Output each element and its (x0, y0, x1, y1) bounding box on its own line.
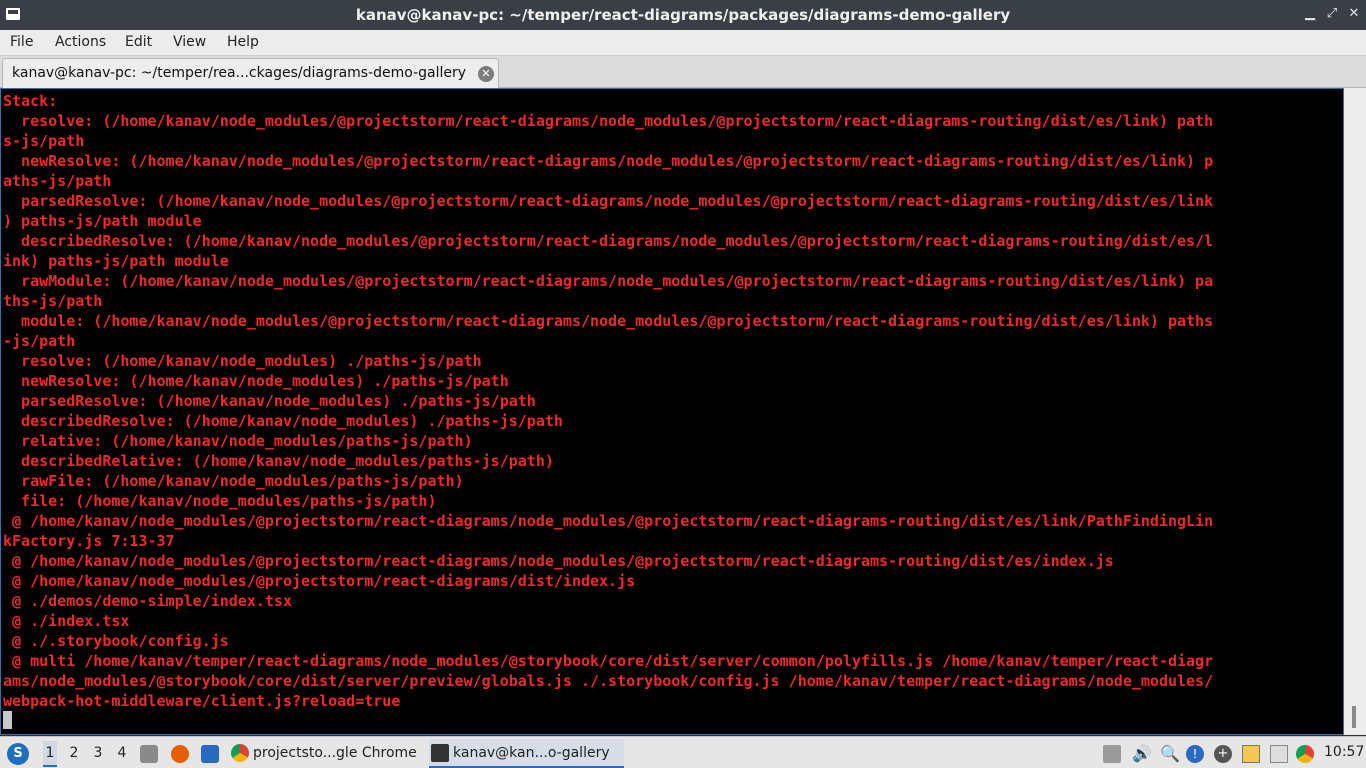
terminal-line: ams/node_modules/@storybook/core/dist/se… (3, 672, 1214, 690)
menu-help[interactable]: Help (227, 34, 259, 50)
workspace-4[interactable]: 4 (115, 745, 129, 761)
terminal-line: resolve: (/home/kanav/node_modules/@proj… (3, 112, 1214, 130)
terminal-line: parsedResolve: (/home/kanav/node_modules… (3, 392, 536, 410)
task-terminal[interactable]: kanav@kan...o-gallery (429, 739, 624, 768)
notification-icon[interactable]: ! (1186, 745, 1204, 763)
menubar: File Actions Edit View Help (0, 30, 1366, 56)
terminal-line: describedResolve: (/home/kanav/node_modu… (3, 412, 563, 430)
menu-file[interactable]: File (10, 34, 33, 50)
terminal-line: ) paths-js/path module (3, 212, 202, 230)
chrome-tray-icon[interactable] (1296, 745, 1314, 763)
terminal-line: newResolve: (/home/kanav/node_modules/@p… (3, 152, 1214, 170)
terminal-icon (431, 744, 449, 762)
workspace-2[interactable]: 2 (67, 745, 81, 761)
file-manager-icon[interactable] (140, 745, 158, 763)
desktop-icon[interactable] (201, 745, 219, 763)
close-window-button[interactable]: ✕ (1346, 6, 1362, 22)
task-chrome-label: projectsto...gle Chrome (253, 745, 417, 761)
terminal-line: @ ./demos/demo-simple/index.tsx (3, 592, 292, 610)
terminal-line: file: (/home/kanav/node_modules/paths-js… (3, 492, 437, 510)
terminal-line: @ multi /home/kanav/temper/react-diagram… (3, 652, 1214, 670)
terminal-line: kFactory.js 7:13-37 (3, 532, 175, 550)
terminal-line: resolve: (/home/kanav/node_modules) ./pa… (3, 352, 482, 370)
search-icon[interactable]: 🔍 (1160, 745, 1180, 763)
terminal-line: s-js/path (3, 132, 85, 150)
terminal-text: Stack: resolve: (/home/kanav/node_module… (3, 91, 1343, 711)
task-terminal-label: kanav@kan...o-gallery (453, 745, 610, 761)
workspace-1[interactable]: 1 (43, 741, 57, 767)
terminal-line: webpack-hot-middleware/client.js?reload=… (3, 692, 401, 710)
scrollbar-thumb[interactable] (1352, 706, 1356, 728)
tab-label: kanav@kanav-pc: ~/temper/rea...ckages/di… (12, 65, 467, 81)
terminal-line: @ /home/kanav/node_modules/@projectstorm… (3, 552, 1114, 570)
terminal-line: newResolve: (/home/kanav/node_modules) .… (3, 372, 509, 390)
task-chrome[interactable]: projectsto...gle Chrome (229, 739, 424, 768)
terminal-line: @ /home/kanav/node_modules/@projectstorm… (3, 512, 1214, 530)
minimize-button[interactable]: ▁ (1302, 6, 1318, 22)
terminal-line: describedRelative: (/home/kanav/node_mod… (3, 452, 554, 470)
clock: 10:57 (1324, 744, 1365, 760)
terminal-line: aths-js/path (3, 172, 112, 190)
terminal-line: relative: (/home/kanav/node_modules/path… (3, 432, 473, 450)
volume-icon[interactable]: 🔊 (1132, 745, 1152, 763)
maximize-button[interactable]: ⤢ (1324, 6, 1340, 22)
terminal-line: ink) paths-js/path module (3, 252, 229, 270)
terminal-line: Stack: (3, 92, 58, 110)
start-menu-icon[interactable]: S (7, 743, 29, 765)
terminal-line: describedResolve: (/home/kanav/node_modu… (3, 232, 1214, 250)
firefox-icon[interactable] (171, 745, 189, 763)
network-icon[interactable]: + (1214, 745, 1232, 763)
tab-bar: kanav@kanav-pc: ~/temper/rea...ckages/di… (0, 56, 1366, 88)
display-icon[interactable] (1270, 745, 1288, 763)
chrome-icon (231, 744, 249, 762)
terminal-tab[interactable]: kanav@kanav-pc: ~/temper/rea...ckages/di… (2, 58, 499, 88)
terminal-line: @ ./index.tsx (3, 612, 130, 630)
taskbar: S 1 2 3 4 projectsto...gle Chrome kanav@… (0, 736, 1366, 768)
terminal-line: parsedResolve: (/home/kanav/node_modules… (3, 192, 1214, 210)
terminal-line: @ ./.storybook/config.js (3, 632, 229, 650)
terminal-output[interactable]: Stack: resolve: (/home/kanav/node_module… (0, 88, 1344, 735)
terminal-line: -js/path (3, 332, 76, 350)
menu-edit[interactable]: Edit (125, 34, 152, 50)
terminal-line: rawFile: (/home/kanav/node_modules/paths… (3, 472, 464, 490)
terminal-line: ths-js/path (3, 292, 103, 310)
clipboard-icon[interactable] (1242, 745, 1260, 763)
terminal-line: module: (/home/kanav/node_modules/@proje… (3, 312, 1214, 330)
terminal-line: rawModule: (/home/kanav/node_modules/@pr… (3, 272, 1214, 290)
terminal-scrollbar[interactable] (1344, 88, 1366, 735)
window-titlebar: kanav@kanav-pc: ~/temper/react-diagrams/… (0, 0, 1366, 30)
workspace-3[interactable]: 3 (91, 745, 105, 761)
window-title: kanav@kanav-pc: ~/temper/react-diagrams/… (355, 6, 1011, 24)
tray-battery-icon[interactable] (1103, 745, 1121, 763)
terminal-line: @ /home/kanav/node_modules/@projectstorm… (3, 572, 636, 590)
tab-close-icon[interactable]: ✕ (478, 66, 494, 82)
menu-actions[interactable]: Actions (55, 34, 106, 50)
terminal-cursor (3, 711, 12, 729)
menu-view[interactable]: View (173, 34, 206, 50)
